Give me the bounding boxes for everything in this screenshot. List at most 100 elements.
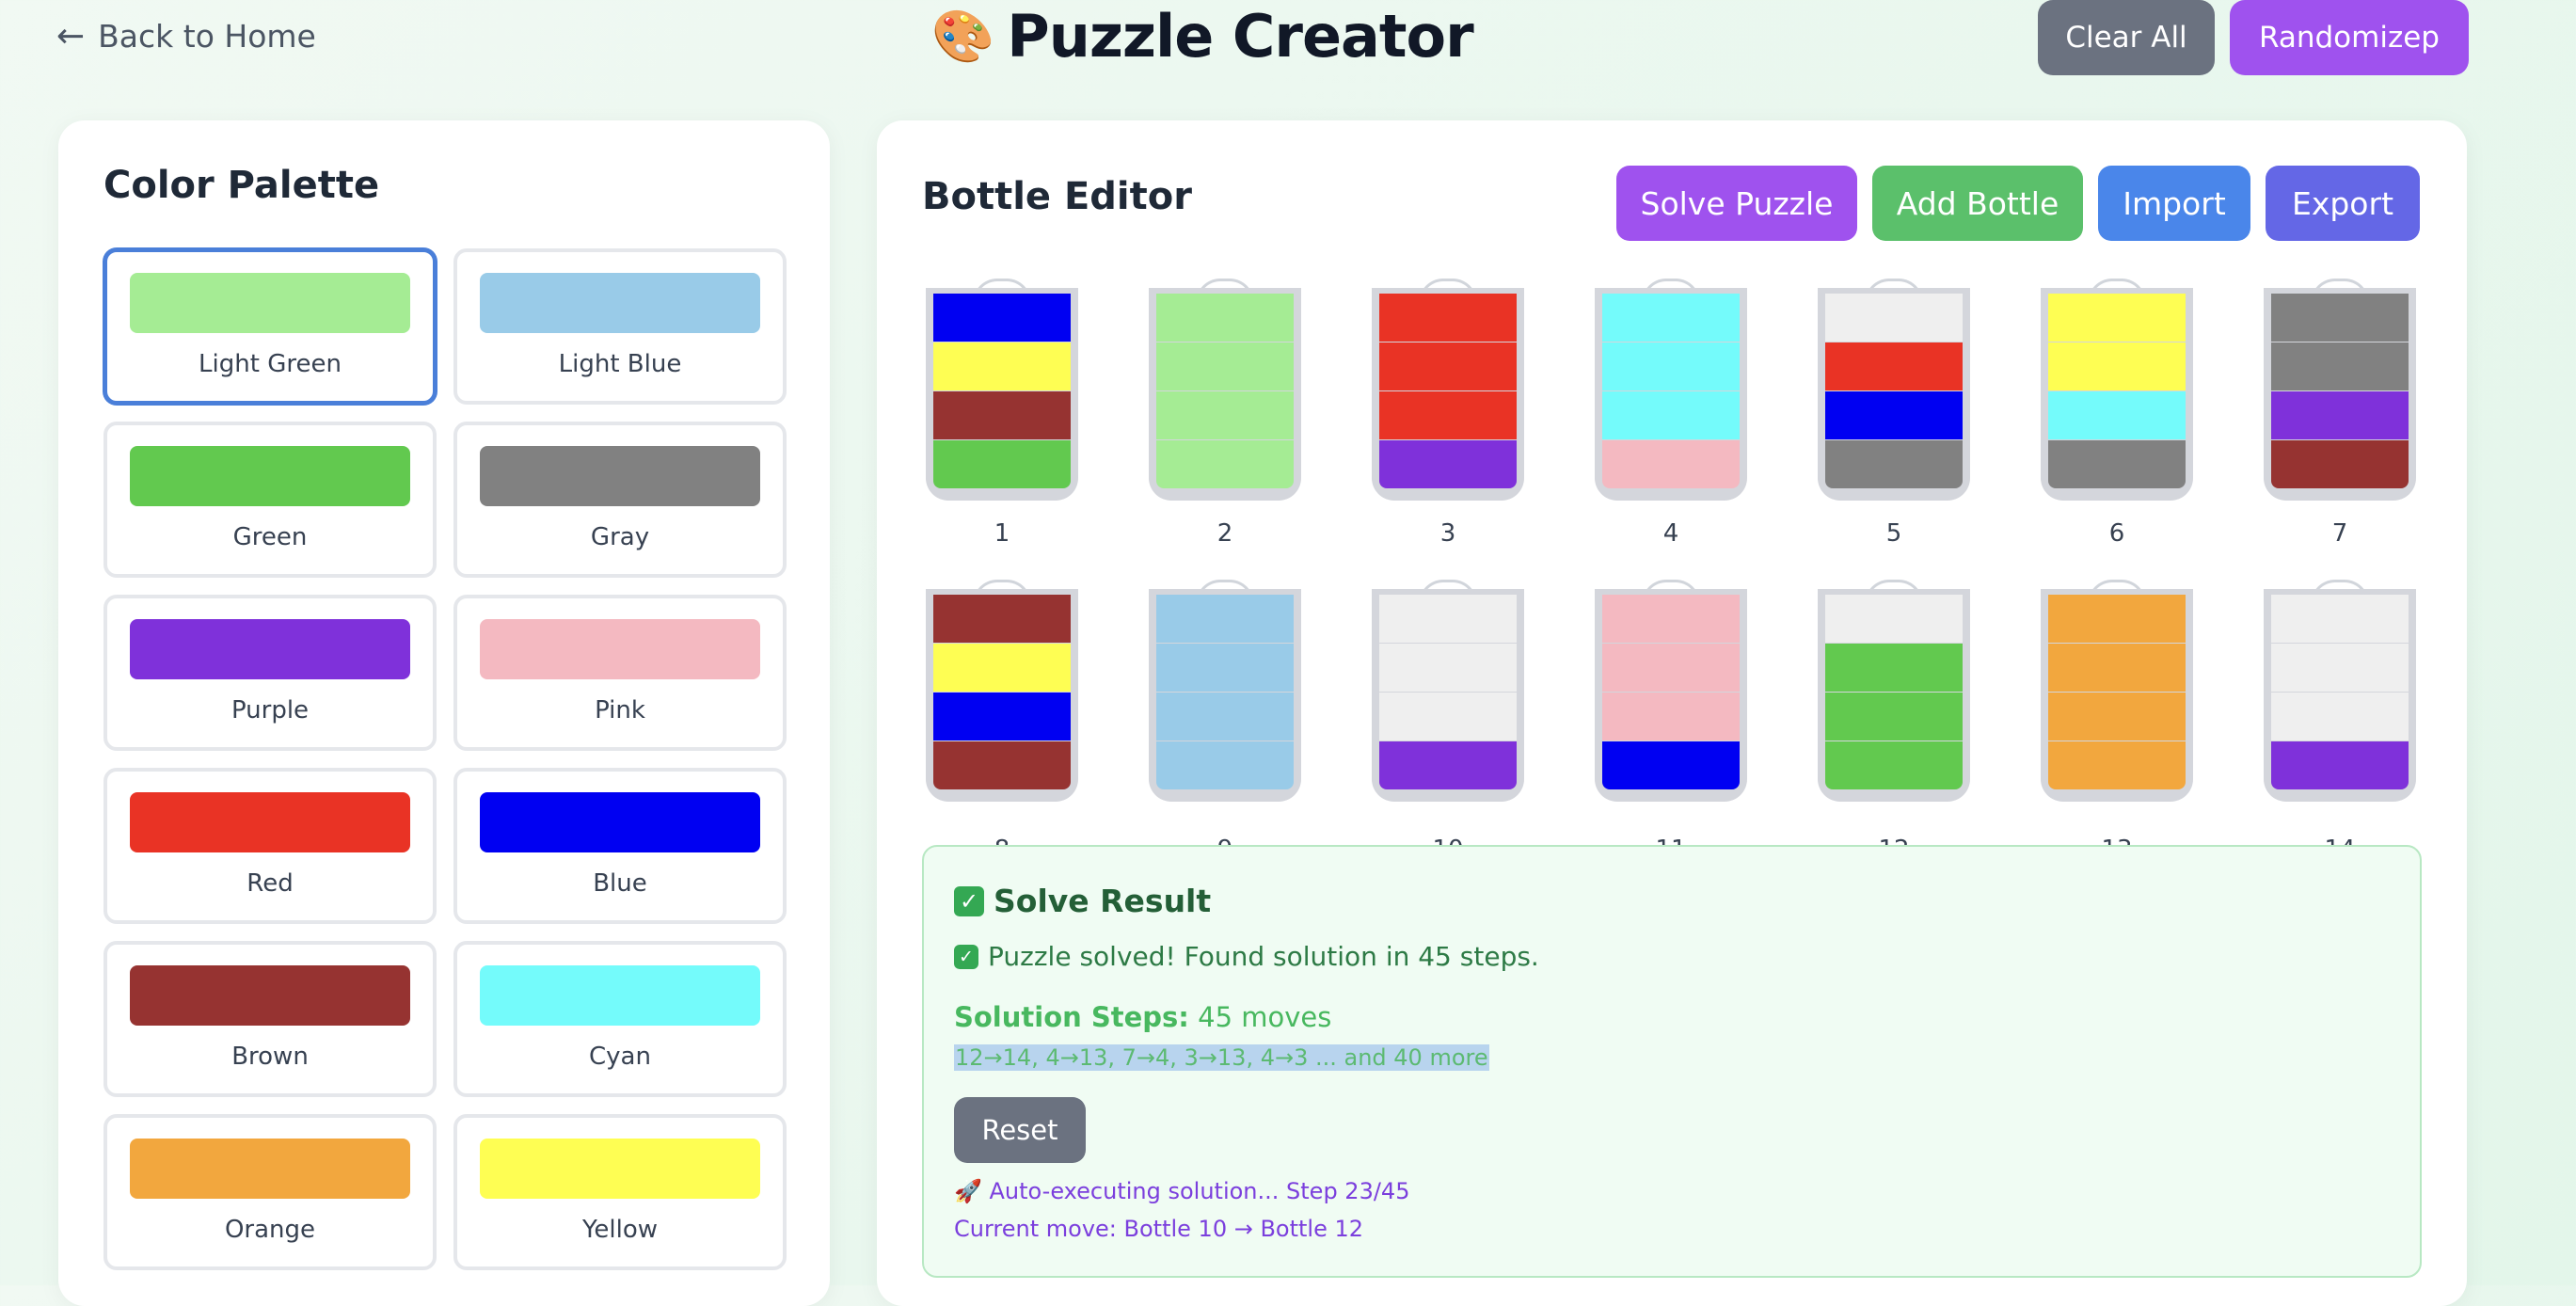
- color-swatch-bar: [480, 792, 760, 852]
- color-swatch-pink[interactable]: Pink: [453, 595, 787, 751]
- bottle-layer-red[interactable]: [1379, 294, 1517, 342]
- color-swatch-blue[interactable]: Blue: [453, 768, 787, 924]
- bottle-layer-yellow[interactable]: [933, 644, 1071, 692]
- bottle-layer-brown[interactable]: [933, 595, 1071, 643]
- back-to-home-label: Back to Home: [98, 18, 316, 55]
- color-swatch-cyan[interactable]: Cyan: [453, 941, 787, 1097]
- bottle-layer-blue[interactable]: [1825, 391, 1963, 439]
- bottle-layer-orange[interactable]: [2048, 693, 2186, 741]
- bottle-layer-red[interactable]: [1379, 391, 1517, 439]
- bottle-layer-empty[interactable]: [1379, 644, 1517, 692]
- solve-puzzle-button[interactable]: Solve Puzzle: [1616, 166, 1857, 241]
- bottle-layer-purple[interactable]: [2271, 391, 2409, 439]
- bottle-number: 3: [1439, 519, 1456, 548]
- bottle-layer-light-green[interactable]: [1156, 391, 1294, 439]
- color-palette-title: Color Palette: [103, 164, 380, 207]
- bottle-layer-pink[interactable]: [1602, 693, 1740, 741]
- bottle-layer-orange[interactable]: [2048, 595, 2186, 643]
- bottle-layer-green[interactable]: [1825, 741, 1963, 789]
- bottle-layer-light-blue[interactable]: [1156, 595, 1294, 643]
- bottle-layer-yellow[interactable]: [2048, 342, 2186, 390]
- bottle-layer-purple[interactable]: [1379, 440, 1517, 488]
- bottle-number: 1: [994, 519, 1010, 548]
- import-button[interactable]: Import: [2098, 166, 2250, 241]
- bottle-layer-light-blue[interactable]: [1156, 693, 1294, 741]
- palette-icon: 🎨: [931, 6, 994, 66]
- bottle-layer-brown[interactable]: [933, 741, 1071, 789]
- solution-steps-label: Solution Steps:: [954, 1001, 1189, 1033]
- color-swatch-bar: [480, 965, 760, 1026]
- bottle-layer-yellow[interactable]: [2048, 294, 2186, 342]
- auto-execute-status: 🚀 Auto-executing solution... Step 23/45: [954, 1178, 1410, 1204]
- bottle-body: [1818, 589, 1970, 802]
- solution-steps: Solution Steps: 45 moves: [954, 1001, 1331, 1033]
- bottle-number: 6: [2108, 519, 2125, 548]
- color-swatch-bar: [480, 619, 760, 679]
- bottle-layer-light-green[interactable]: [1156, 294, 1294, 342]
- color-swatch-label: Purple: [231, 696, 310, 725]
- bottle-layer-gray[interactable]: [2271, 294, 2409, 342]
- bottle-layer-cyan[interactable]: [1602, 391, 1740, 439]
- bottle-layer-purple[interactable]: [2271, 741, 2409, 789]
- color-swatch-orange[interactable]: Orange: [103, 1114, 437, 1270]
- bottle-layer-empty[interactable]: [1379, 693, 1517, 741]
- bottle-layer-gray[interactable]: [2048, 440, 2186, 488]
- bottle-layer-green[interactable]: [933, 440, 1071, 488]
- bottle-layer-red[interactable]: [1379, 342, 1517, 390]
- bottle-layer-red[interactable]: [1825, 342, 1963, 390]
- page-title: 🎨 Puzzle Creator: [931, 2, 1474, 71]
- bottle-layer-cyan[interactable]: [1602, 294, 1740, 342]
- color-swatch-yellow[interactable]: Yellow: [453, 1114, 787, 1270]
- bottle-layer-gray[interactable]: [2271, 342, 2409, 390]
- bottle-layer-cyan[interactable]: [2048, 391, 2186, 439]
- export-button[interactable]: Export: [2266, 166, 2420, 241]
- bottle-layer-blue[interactable]: [933, 693, 1071, 741]
- bottle-layer-cyan[interactable]: [1602, 342, 1740, 390]
- bottle-layer-gray[interactable]: [1825, 440, 1963, 488]
- solve-result-message: ✓ Puzzle solved! Found solution in 45 st…: [954, 941, 1539, 972]
- bottle-layer-pink[interactable]: [1602, 440, 1740, 488]
- back-to-home-link[interactable]: ← Back to Home: [56, 17, 316, 56]
- color-swatch-brown[interactable]: Brown: [103, 941, 437, 1097]
- bottle-body: [2264, 589, 2416, 802]
- bottle-layer-blue[interactable]: [1602, 741, 1740, 789]
- reset-button[interactable]: Reset: [954, 1097, 1086, 1163]
- bottle-layer-brown[interactable]: [933, 391, 1071, 439]
- bottle-layer-pink[interactable]: [1602, 644, 1740, 692]
- add-bottle-button[interactable]: Add Bottle: [1872, 166, 2083, 241]
- bottle-layer-blue[interactable]: [933, 294, 1071, 342]
- bottle-layer-empty[interactable]: [2271, 595, 2409, 643]
- bottle-body: [1595, 288, 1747, 501]
- color-swatch-light-blue[interactable]: Light Blue: [453, 248, 787, 405]
- bottle-layer-pink[interactable]: [1602, 595, 1740, 643]
- color-swatch-bar: [130, 1139, 410, 1199]
- bottle-layer-green[interactable]: [1825, 693, 1963, 741]
- check-icon: ✓: [954, 885, 984, 916]
- bottle-layer-light-green[interactable]: [1156, 440, 1294, 488]
- bottle-layer-empty[interactable]: [1825, 595, 1963, 643]
- bottle-body: [2041, 288, 2193, 501]
- bottle-layer-empty[interactable]: [1825, 294, 1963, 342]
- randomize-button[interactable]: Randomizep: [2230, 0, 2469, 75]
- color-swatch-red[interactable]: Red: [103, 768, 437, 924]
- color-swatch-light-green[interactable]: Light Green: [103, 248, 437, 405]
- bottle-layer-empty[interactable]: [2271, 644, 2409, 692]
- color-swatch-gray[interactable]: Gray: [453, 422, 787, 578]
- bottle-layer-empty[interactable]: [2271, 693, 2409, 741]
- bottle-layer-green[interactable]: [1825, 644, 1963, 692]
- bottle-layer-orange[interactable]: [2048, 741, 2186, 789]
- bottle-layer-empty[interactable]: [1379, 595, 1517, 643]
- current-move-status: Current move: Bottle 10 → Bottle 12: [954, 1216, 1364, 1242]
- bottle-layer-light-blue[interactable]: [1156, 741, 1294, 789]
- bottle-layer-light-blue[interactable]: [1156, 644, 1294, 692]
- color-swatch-purple[interactable]: Purple: [103, 595, 437, 751]
- bottle-layer-light-green[interactable]: [1156, 342, 1294, 390]
- bottle-layer-yellow[interactable]: [933, 342, 1071, 390]
- bottle-layer-purple[interactable]: [1379, 741, 1517, 789]
- color-swatch-bar: [130, 273, 410, 333]
- color-swatch-green[interactable]: Green: [103, 422, 437, 578]
- clear-all-button[interactable]: Clear All: [2038, 0, 2215, 75]
- bottle-layer-brown[interactable]: [2271, 440, 2409, 488]
- bottle-layer-orange[interactable]: [2048, 644, 2186, 692]
- color-swatch-label: Pink: [595, 696, 645, 725]
